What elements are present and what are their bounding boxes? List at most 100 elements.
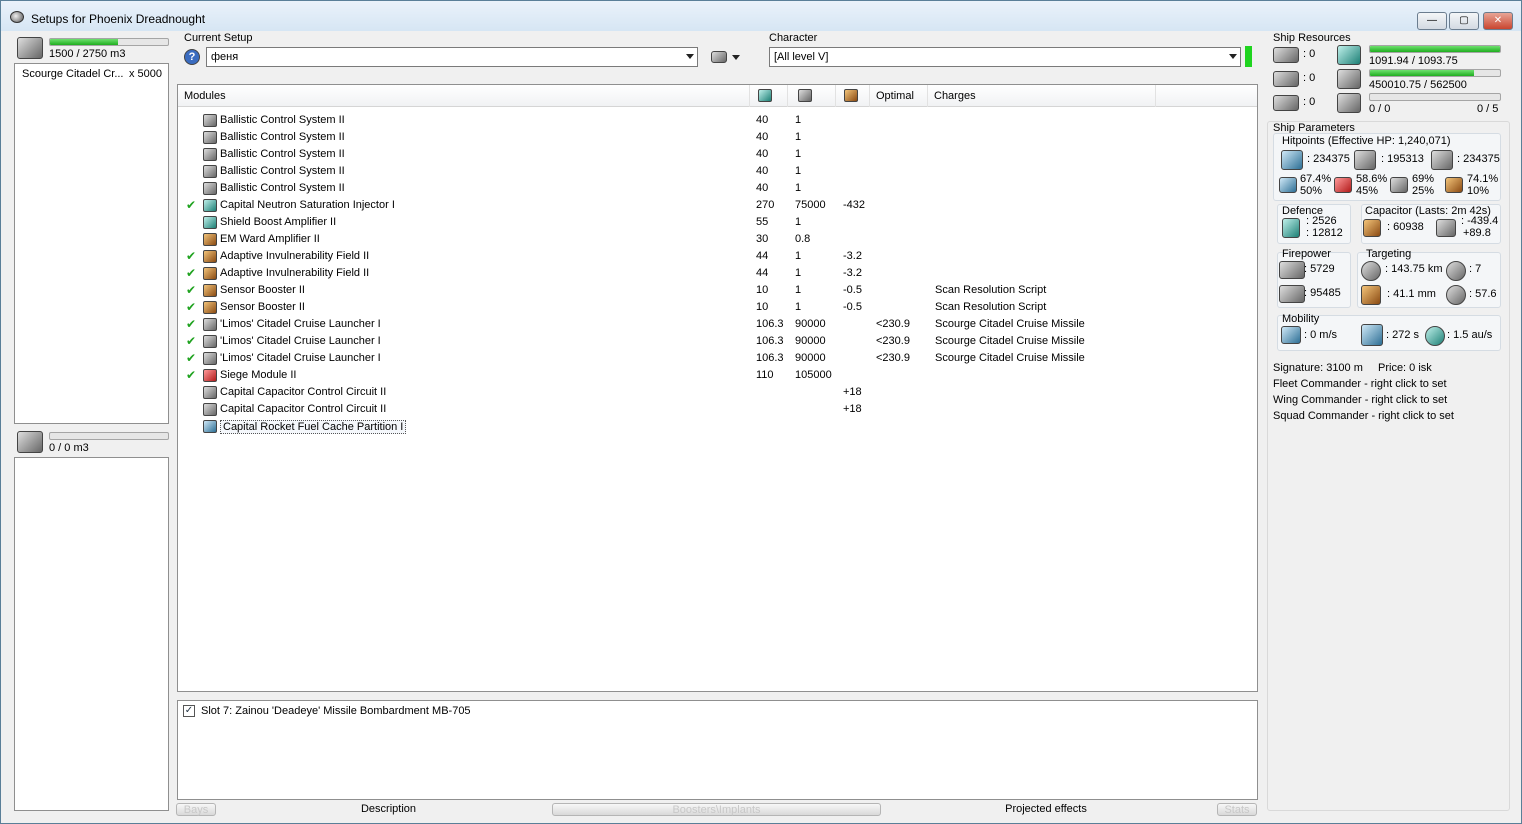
online-check-icon[interactable]: ✔ — [186, 249, 196, 263]
module-name[interactable]: Ballistic Control System II — [220, 182, 345, 194]
module-powergrid: 0.8 — [795, 233, 811, 245]
module-name[interactable]: Sensor Booster II — [220, 301, 305, 313]
module-row[interactable]: Ballistic Control System II 40 1 — [178, 112, 1257, 129]
module-name[interactable]: 'Limos' Citadel Cruise Launcher I — [220, 318, 381, 330]
max-targets-icon — [1446, 261, 1466, 281]
character-label: Character — [769, 32, 818, 44]
online-check-icon[interactable]: ✔ — [186, 351, 196, 365]
module-row[interactable]: ✔ 'Limos' Citadel Cruise Launcher I 106.3 9… — [178, 350, 1257, 367]
col-modules[interactable]: Modules — [178, 85, 750, 107]
module-row[interactable]: Capital Rocket Fuel Cache Partition I — [178, 418, 1257, 435]
online-check-icon[interactable]: ✔ — [186, 198, 196, 212]
wing-commander[interactable]: Wing Commander - right click to set — [1273, 394, 1447, 406]
module-name[interactable]: Sensor Booster II — [220, 284, 305, 296]
powergrid-resource-icon — [1337, 69, 1361, 89]
cargo-item-name[interactable]: Scourge Citadel Cr... — [22, 68, 124, 80]
module-name[interactable]: Capital Neutron Saturation Injector I — [220, 199, 395, 211]
module-name[interactable]: Ballistic Control System II — [220, 114, 345, 126]
module-name[interactable]: Ballistic Control System II — [220, 148, 345, 160]
module-cpu: 55 — [756, 216, 769, 228]
module-name[interactable]: Capital Capacitor Control Circuit II — [220, 386, 386, 398]
module-name[interactable]: Siege Module II — [220, 369, 296, 381]
character-value: [All level V] — [774, 51, 829, 63]
module-row[interactable]: ✔ Siege Module II 110 105000 — [178, 367, 1257, 384]
module-row[interactable]: Ballistic Control System II 40 1 — [178, 180, 1257, 197]
close-button[interactable]: ✕ — [1483, 12, 1513, 30]
online-check-icon[interactable]: ✔ — [186, 334, 196, 348]
ship-menu-chevron-icon[interactable] — [732, 55, 740, 60]
drone-list[interactable] — [14, 457, 169, 811]
implant-checkbox[interactable]: ✓ — [183, 705, 195, 717]
module-row[interactable]: Shield Boost Amplifier II 55 1 — [178, 214, 1257, 231]
col-powergrid[interactable] — [788, 85, 836, 107]
module-powergrid: 1 — [795, 114, 802, 126]
minimize-button[interactable]: — — [1417, 12, 1447, 30]
module-powergrid: 1 — [795, 131, 802, 143]
module-row[interactable]: ✔ Adaptive Invulnerability Field II 44 1 -3.… — [178, 248, 1257, 265]
online-check-icon[interactable]: ✔ — [186, 266, 196, 280]
tab-stats[interactable]: Stats — [1217, 803, 1257, 816]
module-row[interactable]: ✔ Adaptive Invulnerability Field II 44 1 -3.… — [178, 265, 1257, 282]
module-cpu: 30 — [756, 233, 769, 245]
character-select[interactable]: [All level V] — [769, 47, 1241, 67]
thermal-resist-icon — [1334, 177, 1352, 193]
firepower-title: Firepower — [1282, 248, 1331, 260]
tab-boosters-implants[interactable]: Boosters\Implants — [552, 803, 881, 816]
module-row[interactable]: ✔ Sensor Booster II 10 1 -0.5 Scan Resolution… — [178, 282, 1257, 299]
module-name[interactable]: 'Limos' Citadel Cruise Launcher I — [220, 335, 381, 347]
col-cpu[interactable] — [750, 85, 788, 107]
module-name[interactable]: Capital Rocket Fuel Cache Partition I — [220, 420, 407, 434]
modules-table[interactable]: Modules Optimal Charges Ballistic Contro… — [177, 84, 1258, 692]
thermal-resist-armor: 45% — [1356, 185, 1379, 197]
module-row[interactable]: EM Ward Amplifier II 30 0.8 — [178, 231, 1257, 248]
module-name[interactable]: Ballistic Control System II — [220, 131, 345, 143]
module-row[interactable]: ✔ Capital Neutron Saturation Injector I 27… — [178, 197, 1257, 214]
cpu-text: 1091.94 / 1093.75 — [1369, 55, 1458, 67]
align-time-icon — [1361, 324, 1383, 346]
col-capacitor[interactable] — [836, 85, 870, 107]
col-optimal[interactable]: Optimal — [870, 85, 928, 107]
module-name[interactable]: Shield Boost Amplifier II — [220, 216, 336, 228]
price-text: Price: 0 isk — [1378, 362, 1432, 374]
module-row[interactable]: ✔ Sensor Booster II 10 1 -0.5 Scan Resolution… — [178, 299, 1257, 316]
tab-bays[interactable]: Bays — [176, 803, 216, 816]
current-setup-select[interactable]: феня — [206, 47, 698, 67]
module-name[interactable]: Adaptive Invulnerability Field II — [220, 267, 369, 279]
hull-hp: : 234375 — [1457, 153, 1500, 165]
targeting-max-targets: : 7 — [1469, 263, 1482, 275]
online-check-icon[interactable]: ✔ — [186, 317, 196, 331]
cargo-item-qty: x 5000 — [129, 68, 163, 80]
module-icon — [203, 148, 217, 161]
module-powergrid: 90000 — [795, 335, 826, 347]
module-powergrid: 1 — [795, 182, 802, 194]
module-row[interactable]: Ballistic Control System II 40 1 — [178, 146, 1257, 163]
col-charges[interactable]: Charges — [928, 85, 1156, 107]
module-powergrid: 1 — [795, 267, 802, 279]
module-capacitor: +18 — [843, 386, 862, 398]
online-check-icon[interactable]: ✔ — [186, 300, 196, 314]
chevron-down-icon — [686, 54, 694, 59]
help-icon[interactable]: ? — [184, 49, 200, 65]
module-row[interactable]: Capital Capacitor Control Circuit II +18 — [178, 401, 1257, 418]
ship-menu-icon[interactable] — [711, 51, 727, 63]
maximize-button[interactable]: ▢ — [1449, 12, 1479, 30]
module-name[interactable]: Adaptive Invulnerability Field II — [220, 250, 369, 262]
module-name[interactable]: EM Ward Amplifier II — [220, 233, 320, 245]
module-cpu: 40 — [756, 148, 769, 160]
module-row[interactable]: Capital Capacitor Control Circuit II +18 — [178, 384, 1257, 401]
module-name[interactable]: Capital Capacitor Control Circuit II — [220, 403, 386, 415]
tab-projected-effects[interactable]: Projected effects — [991, 803, 1101, 816]
module-row[interactable]: ✔ 'Limos' Citadel Cruise Launcher I 106.3 9… — [178, 333, 1257, 350]
module-row[interactable]: Ballistic Control System II 40 1 — [178, 129, 1257, 146]
tab-description[interactable]: Description — [331, 803, 446, 816]
cargo-list[interactable]: Scourge Citadel Cr... x 5000 — [14, 63, 169, 424]
squad-commander[interactable]: Squad Commander - right click to set — [1273, 410, 1454, 422]
fleet-commander[interactable]: Fleet Commander - right click to set — [1273, 378, 1447, 390]
online-check-icon[interactable]: ✔ — [186, 283, 196, 297]
title-bar[interactable]: Setups for Phoenix Dreadnought — ▢ ✕ — [1, 1, 1521, 31]
module-row[interactable]: ✔ 'Limos' Citadel Cruise Launcher I 106.3 9… — [178, 316, 1257, 333]
module-name[interactable]: 'Limos' Citadel Cruise Launcher I — [220, 352, 381, 364]
module-row[interactable]: Ballistic Control System II 40 1 — [178, 163, 1257, 180]
online-check-icon[interactable]: ✔ — [186, 368, 196, 382]
module-name[interactable]: Ballistic Control System II — [220, 165, 345, 177]
